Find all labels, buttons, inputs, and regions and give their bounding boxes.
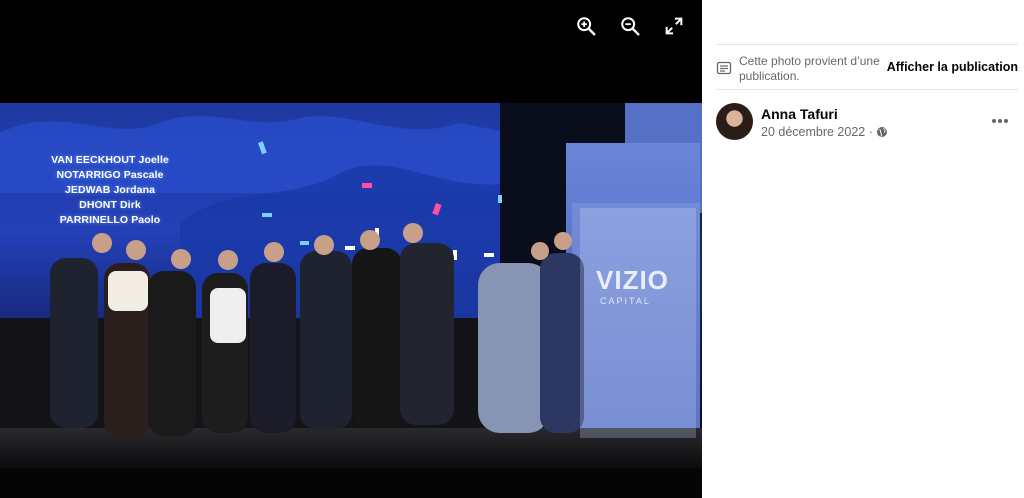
fullscreen-expand-icon bbox=[665, 17, 683, 35]
post-icon bbox=[716, 61, 732, 75]
post-date[interactable]: 20 décembre 2022 · bbox=[761, 125, 873, 139]
post-date-row: 20 décembre 2022 · bbox=[761, 125, 888, 139]
screen-names-list: VAN EECKHOUT Joelle NOTARRIGO Pascale JE… bbox=[30, 153, 190, 228]
screen-name: DHONT Dirk bbox=[79, 199, 141, 211]
more-options-icon bbox=[992, 119, 1008, 123]
screen-name: PARRINELLO Paolo bbox=[59, 214, 161, 226]
post-sidebar: Cette photo provient d’une publication. … bbox=[702, 0, 1024, 498]
fullscreen-button[interactable] bbox=[660, 12, 688, 40]
zoom-in-icon bbox=[577, 17, 596, 36]
zoom-out-icon bbox=[621, 17, 640, 36]
author-name[interactable]: Anna Tafuri bbox=[761, 106, 838, 122]
screen-name: NOTARRIGO Pascale bbox=[56, 169, 164, 181]
post-author: Anna Tafuri 20 décembre 2022 · bbox=[716, 103, 1018, 143]
banner-brand: VIZIO bbox=[596, 265, 669, 295]
screen-name: JEDWAB Jordana bbox=[64, 184, 156, 196]
globe-icon bbox=[876, 127, 887, 137]
notice-text: Cette photo provient d’une publication. bbox=[739, 54, 880, 83]
screen-name: VAN EECKHOUT Joelle bbox=[51, 154, 169, 166]
more-options-button[interactable] bbox=[988, 111, 1012, 131]
zoom-out-button[interactable] bbox=[616, 12, 644, 40]
banner-sub: CAPITAL bbox=[600, 296, 651, 306]
view-post-link[interactable]: Afficher la publication bbox=[887, 60, 1018, 74]
viewer-toolbar bbox=[572, 12, 688, 40]
avatar[interactable] bbox=[716, 103, 753, 140]
photo-viewer: VAN EECKHOUT Joelle NOTARRIGO Pascale JE… bbox=[0, 0, 702, 498]
source-notice: Cette photo provient d’une publication. … bbox=[716, 44, 1018, 90]
zoom-in-button[interactable] bbox=[572, 12, 600, 40]
event-photo: VAN EECKHOUT Joelle NOTARRIGO Pascale JE… bbox=[0, 103, 702, 498]
